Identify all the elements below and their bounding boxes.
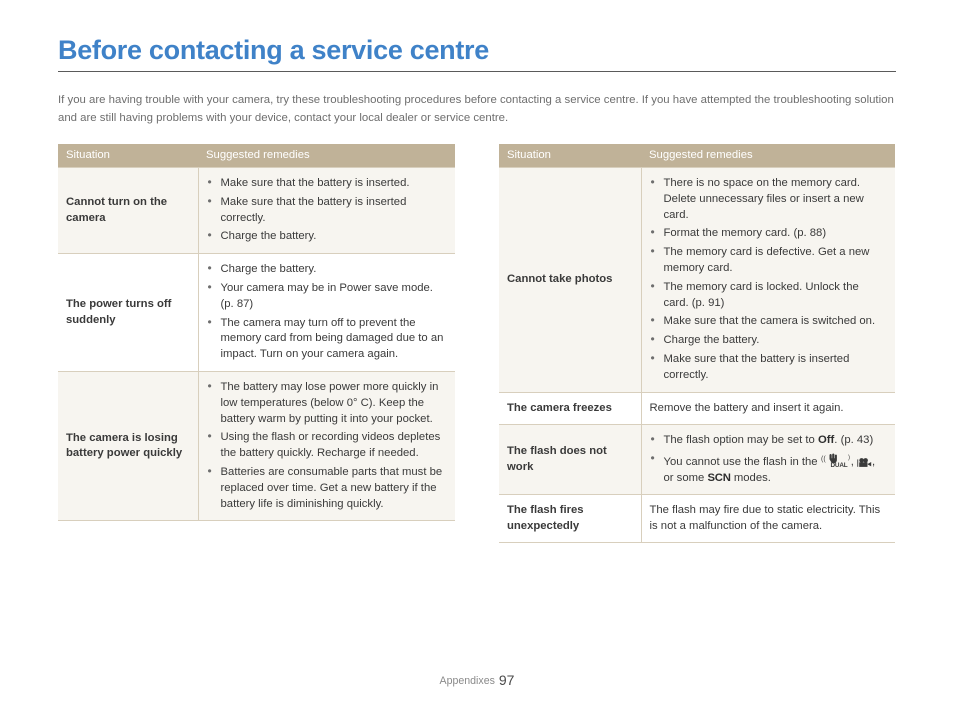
remedy-list: The flash option may be set to Off. (p. … (650, 432, 887, 487)
list-item: Your camera may be in Power save mode. (… (207, 280, 447, 313)
table-row: The power turns off suddenly Charge the … (58, 253, 455, 372)
situation-cell: The flash does not work (499, 424, 641, 496)
svg-text:((: (( (821, 456, 826, 463)
situation-cell: The camera freezes (499, 391, 641, 426)
remedy-list: Make sure that the battery is inserted. … (207, 175, 447, 245)
list-item: The memory card is defective. Get a new … (650, 244, 887, 277)
table-row: The camera freezes Remove the battery an… (499, 391, 895, 426)
column-header-situation: Situation (499, 144, 641, 168)
list-item: You cannot use the flash in the ((DUAL),… (650, 451, 887, 487)
footer-page-number: 97 (498, 672, 515, 688)
list-item: Make sure that the battery is inserted. (207, 175, 447, 192)
remedies-cell: The flash may fire due to static electri… (640, 494, 895, 544)
column-header-remedies: Suggested remedies (641, 144, 895, 168)
remedy-list: There is no space on the memory card. De… (650, 175, 887, 384)
table-row: The camera is losing battery power quick… (58, 370, 455, 522)
title-block: Before contacting a service centre (58, 34, 896, 72)
column-header-situation: Situation (58, 144, 198, 168)
table-row: Cannot take photos There is no space on … (499, 167, 895, 393)
title-divider (58, 71, 896, 72)
situation-cell: Cannot take photos (499, 167, 641, 393)
page-footer: Appendixes 97 (0, 672, 954, 688)
emphasis-text: Off (817, 434, 835, 447)
list-item: Charge the battery. (207, 261, 447, 278)
column-header-remedies: Suggested remedies (198, 144, 455, 168)
dual-is-icon: (( DUAL) (821, 453, 851, 471)
list-item: Charge the battery. (650, 332, 887, 349)
list-item: There is no space on the memory card. De… (650, 175, 887, 223)
list-item: Make sure that the battery is inserted c… (207, 194, 447, 227)
list-item: Charge the battery. (207, 228, 447, 245)
remedy-list: The battery may lose power more quickly … (207, 379, 447, 512)
movie-camera-icon (857, 457, 872, 472)
list-item: Make sure that the battery is inserted c… (650, 351, 887, 384)
list-item: The flash option may be set to Off. (p. … (650, 432, 887, 449)
troubleshooting-table-right: Situation Suggested remedies Cannot take… (499, 144, 895, 544)
remedies-cell: The battery may lose power more quickly … (197, 370, 455, 522)
situation-cell: The power turns off suddenly (58, 253, 198, 372)
remedies-cell: Make sure that the battery is inserted. … (197, 166, 455, 255)
intro-paragraph: If you are having trouble with your came… (58, 94, 894, 124)
situation-cell: Cannot turn on the camera (58, 166, 198, 255)
situation-cell: The flash fires unexpectedly (499, 494, 641, 544)
table-header-row: Situation Suggested remedies (499, 144, 895, 168)
list-item: Batteries are consumable parts that must… (207, 464, 447, 512)
footer-section-label: Appendixes (439, 675, 495, 687)
list-item: Using the flash or recording videos depl… (207, 429, 447, 462)
document-page: Before contacting a service centre If yo… (0, 0, 954, 720)
scn-mode-label: SCN (707, 471, 731, 484)
table-row: Cannot turn on the camera Make sure that… (58, 166, 455, 255)
situation-cell: The camera is losing battery power quick… (58, 370, 198, 522)
table-header-row: Situation Suggested remedies (58, 144, 455, 168)
list-item: Format the memory card. (p. 88) (650, 225, 887, 242)
table-row: The flash fires unexpectedly The flash m… (499, 494, 895, 544)
troubleshooting-table-left: Situation Suggested remedies Cannot turn… (58, 144, 455, 522)
page-title: Before contacting a service centre (58, 35, 489, 65)
list-item: The camera may turn off to prevent the m… (207, 315, 447, 363)
list-item: The memory card is locked. Unlock the ca… (650, 279, 887, 312)
remedies-cell: Remove the battery and insert it again. (640, 391, 895, 426)
svg-text:DUAL: DUAL (830, 462, 847, 468)
svg-text:): ) (848, 455, 850, 461)
remedies-cell: Charge the battery. Your camera may be i… (197, 253, 455, 372)
list-item: The battery may lose power more quickly … (207, 379, 447, 427)
table-row: The flash does not work The flash option… (499, 424, 895, 496)
remedies-cell: The flash option may be set to Off. (p. … (640, 424, 895, 496)
list-item: Make sure that the camera is switched on… (650, 313, 887, 330)
remedies-cell: There is no space on the memory card. De… (640, 167, 895, 393)
remedy-list: Charge the battery. Your camera may be i… (207, 261, 447, 363)
